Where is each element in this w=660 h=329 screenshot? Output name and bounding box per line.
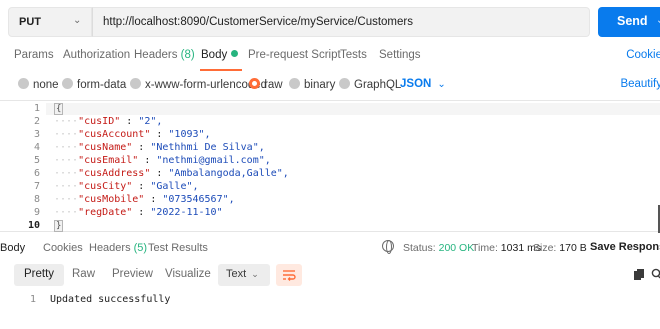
body-type-urlencoded[interactable]: x-www-form-urlencoded (130, 78, 267, 91)
view-raw[interactable]: Raw (62, 264, 105, 286)
tab-params[interactable]: Params (14, 49, 54, 61)
line-number: 4 (33, 142, 40, 153)
radio-selected-icon (249, 78, 260, 89)
response-format-select[interactable]: Text ⌄ (218, 264, 270, 286)
line-number: 10 (27, 220, 40, 231)
wrap-lines-button[interactable] (276, 264, 302, 286)
send-label: Send (617, 14, 648, 28)
line-number: 7 (33, 181, 40, 192)
body-type-form-data[interactable]: form-data (62, 78, 126, 91)
radio-icon (18, 78, 29, 89)
body-type-options: none form-data x-www-form-urlencoded raw… (0, 72, 660, 98)
request-bar: PUT ⌄ http://localhost:8090/CustomerServ… (8, 7, 660, 37)
code-line: ····"cusName" : "Nethhmi De Silva", (54, 142, 265, 153)
code-line: ····"cusID" : "2", (54, 116, 163, 127)
beautify-link[interactable]: Beautify (620, 78, 660, 90)
chevron-down-icon: ⌄ (251, 269, 259, 279)
view-preview[interactable]: Preview (102, 264, 163, 286)
line-number: 9 (33, 207, 40, 218)
code-line: ····"cusAccount" : "1093", (54, 129, 211, 140)
open-brace: { (54, 103, 64, 115)
method-label: PUT (19, 16, 41, 28)
response-tab-body[interactable]: Body (0, 242, 25, 254)
tab-tests[interactable]: Tests (340, 49, 367, 61)
line-number: 8 (33, 194, 40, 205)
line-number: 1 (33, 103, 40, 114)
time-readout: Time: 1031 ms (472, 242, 542, 254)
tab-headers[interactable]: Headers (8) (134, 49, 195, 61)
chevron-down-icon: ⌄ (437, 79, 446, 90)
body-type-graphql[interactable]: GraphQL (339, 78, 401, 91)
response-tab-test-results[interactable]: Test Results (148, 242, 208, 254)
radio-icon (130, 78, 141, 89)
line-number: 1 (30, 294, 37, 305)
globe-icon[interactable] (382, 240, 394, 254)
response-view-bar: Pretty Raw Preview Visualize Text ⌄ (0, 262, 660, 288)
search-icon[interactable] (650, 268, 660, 280)
method-select[interactable]: PUT ⌄ (8, 7, 92, 37)
tab-authorization[interactable]: Authorization (63, 49, 130, 61)
request-tabs: Params Authorization Headers (8) Body Pr… (0, 44, 660, 72)
code-line: ····"regDate" : "2022-11-10" (54, 207, 223, 218)
tab-settings[interactable]: Settings (379, 49, 421, 61)
response-tabs: Body Cookies Headers (5) Test Results St… (0, 236, 660, 260)
radio-icon (339, 78, 350, 89)
url-text: http://localhost:8090/CustomerService/my… (103, 16, 413, 28)
send-button[interactable]: Send ⌄ (598, 7, 660, 37)
code-line: { (54, 103, 64, 115)
modified-dot-icon (231, 50, 239, 57)
line-number: 5 (33, 155, 40, 166)
size-readout: Size: 170 B (533, 242, 587, 254)
save-response-button[interactable]: Save Response⌄ (590, 241, 660, 253)
chevron-down-icon: ⌄ (73, 15, 82, 26)
view-pretty[interactable]: Pretty (14, 264, 65, 286)
current-line-highlight (46, 103, 660, 115)
code-line: } (54, 220, 64, 232)
body-type-binary[interactable]: binary (289, 78, 335, 91)
line-number: 6 (33, 168, 40, 179)
radio-icon (62, 78, 73, 89)
code-line: ····"cusEmail" : "nethmi@gmail.com", (54, 155, 271, 166)
body-type-raw[interactable]: raw (249, 78, 283, 91)
code-line: ····"cusMobile" : "073546567", (54, 194, 235, 205)
response-tab-headers[interactable]: Headers (5) (89, 242, 147, 254)
copy-icon[interactable] (634, 269, 644, 280)
url-input[interactable]: http://localhost:8090/CustomerService/my… (92, 7, 590, 37)
status-readout: Status: 200 OK (403, 242, 475, 254)
active-tab-indicator (200, 69, 242, 71)
cookies-link[interactable]: Cookie (626, 49, 660, 61)
chevron-down-icon[interactable]: ⌄ (656, 15, 660, 26)
line-number: 3 (33, 129, 40, 140)
tab-pre-request-script[interactable]: Pre-request Script (248, 49, 341, 61)
line-number: 2 (33, 116, 40, 127)
tab-body[interactable]: Body (201, 49, 239, 61)
code-line: ····"cusAddress" : "Ambalangoda,Galle", (54, 168, 289, 179)
wrap-icon (283, 270, 296, 281)
view-visualize[interactable]: Visualize (155, 264, 221, 286)
response-body: 1 Updated successfully (0, 294, 660, 308)
request-body-editor[interactable]: 1 2 3 4 5 6 7 8 9 10 { ····"cusID" : "2"… (0, 100, 660, 233)
response-tab-cookies[interactable]: Cookies (43, 242, 83, 254)
close-brace: } (54, 220, 64, 232)
code-line: ····"cusCity" : "Galle", (54, 181, 199, 192)
response-text: Updated successfully (50, 294, 171, 305)
format-select[interactable]: JSON ⌄ (400, 78, 446, 90)
line-gutter: 1 2 3 4 5 6 7 8 9 10 (0, 101, 46, 231)
radio-icon (289, 78, 300, 89)
body-type-none[interactable]: none (18, 78, 59, 91)
